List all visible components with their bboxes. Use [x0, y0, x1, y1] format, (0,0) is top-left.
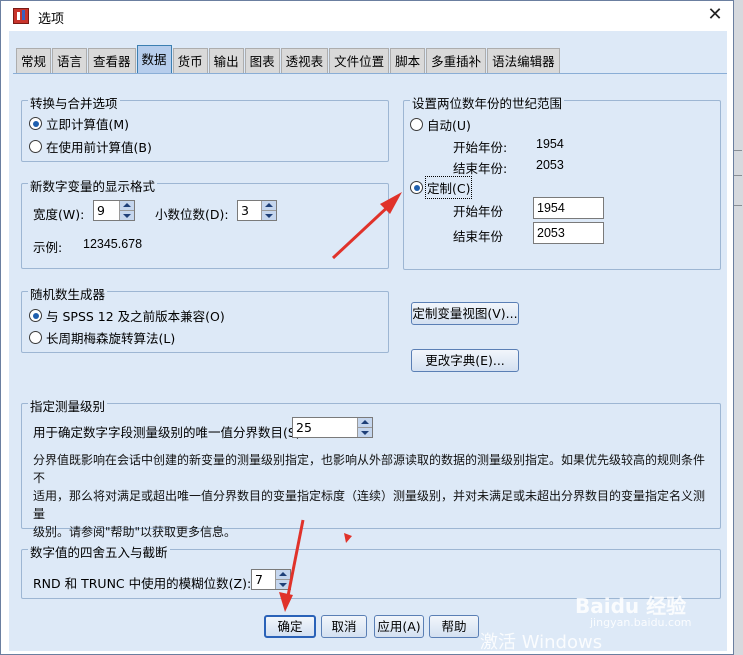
radio-icon [29, 140, 42, 153]
change-dictionary-button[interactable]: 更改字典(E)... [411, 349, 519, 372]
tab-charts[interactable]: 图表 [244, 48, 280, 73]
apply-button[interactable]: 应用(A) [374, 615, 424, 638]
numeric-display-group: 新数字变量的显示格式 [21, 176, 389, 269]
custom-end-year-input[interactable]: 2053 [533, 222, 604, 244]
tab-viewer[interactable]: 查看器 [88, 48, 136, 73]
numeric-display-legend: 新数字变量的显示格式 [28, 176, 158, 195]
transform-legend: 转换与合并选项 [28, 93, 120, 112]
radio-icon [29, 331, 42, 344]
century-legend: 设置两位数年份的世纪范围 [410, 93, 565, 112]
decimals-stepper[interactable]: 3 [237, 200, 277, 221]
spin-down-icon[interactable] [358, 427, 372, 437]
customize-variable-view-button[interactable]: 定制变量视图(V)... [411, 302, 519, 325]
baidu-url-watermark: jingyan.baidu.com [590, 616, 692, 629]
measurement-legend: 指定测量级别 [28, 396, 108, 415]
tab-data[interactable]: 数据 [136, 45, 172, 73]
tab-currency[interactable]: 货币 [172, 48, 208, 73]
tab-file-locations[interactable]: 文件位置 [329, 48, 390, 73]
auto-begin-value: 1954 [536, 137, 564, 151]
fuzz-bits-label: RND 和 TRUNC 中使用的模糊位数(Z): [33, 576, 252, 591]
spss-app-icon [13, 8, 29, 24]
example-label: 示例: [33, 240, 63, 255]
auto-begin-label: 开始年份: [453, 140, 508, 155]
radio-mersenne-twister[interactable]: 长周期梅森旋转算法(L) [29, 328, 175, 347]
width-label: 宽度(W): [33, 207, 85, 222]
radio-icon [410, 118, 423, 131]
custom-begin-year-input[interactable]: 1954 [533, 197, 604, 219]
spin-up-icon[interactable] [358, 418, 372, 427]
cancel-button[interactable]: 取消 [321, 615, 367, 638]
tab-strip: 常规 语言 查看器 数据 货币 输出 图表 透视表 文件位置 脚本 多重插补 语… [16, 45, 561, 73]
fuzz-bits-stepper[interactable]: 7 [251, 569, 291, 590]
radio-century-auto[interactable]: 自动(U) [410, 115, 471, 134]
custom-end-label: 结束年份 [453, 229, 504, 244]
help-button[interactable]: 帮助 [429, 615, 479, 638]
custom-begin-label: 开始年份 [453, 204, 504, 219]
spin-down-icon[interactable] [120, 210, 134, 220]
tab-pivot-tables[interactable]: 透视表 [280, 48, 329, 73]
tab-output[interactable]: 输出 [208, 48, 244, 73]
auto-end-label: 结束年份: [453, 161, 508, 176]
options-dialog: 选项 ✕ 常规 语言 查看器 数据 货币 输出 图表 透视表 文件位置 脚本 多… [0, 0, 734, 655]
unique-values-label: 用于确定数字字段测量级别的唯一值分界数目(S) [33, 425, 301, 440]
spin-up-icon[interactable] [262, 201, 276, 210]
auto-end-value: 2053 [536, 158, 564, 172]
measurement-description: 分界值既影响在会话中创建的新变量的测量级别指定，也影响从外部源读取的数据的测量级… [33, 453, 706, 539]
activate-windows-watermark: 激活 Windows [480, 632, 603, 653]
radio-selected-icon [29, 117, 42, 130]
radio-century-custom[interactable]: 定制(C) [410, 176, 473, 199]
background-app-edge [733, 0, 743, 655]
radio-calc-immediately[interactable]: 立即计算值(M) [29, 114, 129, 133]
random-legend: 随机数生成器 [28, 284, 108, 303]
window-title: 选项 [38, 12, 65, 27]
radio-selected-icon [410, 181, 423, 194]
radio-selected-icon [29, 309, 42, 322]
radio-calc-before-use[interactable]: 在使用前计算值(B) [29, 137, 152, 156]
tab-syntax-editor[interactable]: 语法编辑器 [487, 48, 560, 73]
spin-up-icon[interactable] [276, 570, 290, 579]
width-stepper[interactable]: 9 [93, 200, 135, 221]
example-value: 12345.678 [83, 237, 143, 251]
spin-down-icon[interactable] [262, 210, 276, 220]
decimals-label: 小数位数(D): [155, 207, 229, 222]
baidu-logo-watermark: Baidu 经验 [575, 594, 687, 618]
spin-up-icon[interactable] [120, 201, 134, 210]
ok-button[interactable]: 确定 [264, 615, 316, 638]
tab-multiple-imputations[interactable]: 多重插补 [426, 48, 487, 73]
tab-general[interactable]: 常规 [16, 48, 52, 73]
tab-scripts[interactable]: 脚本 [390, 48, 426, 73]
rounding-legend: 数字值的四舍五入与截断 [28, 542, 170, 561]
unique-values-stepper[interactable]: 25 [292, 417, 373, 438]
tab-language[interactable]: 语言 [52, 48, 88, 73]
title-bar: 选项 ✕ [1, 1, 733, 31]
radio-spss12-compatible[interactable]: 与 SPSS 12 及之前版本兼容(O) [29, 306, 225, 325]
close-icon[interactable]: ✕ [703, 4, 727, 28]
spin-down-icon[interactable] [276, 579, 290, 589]
